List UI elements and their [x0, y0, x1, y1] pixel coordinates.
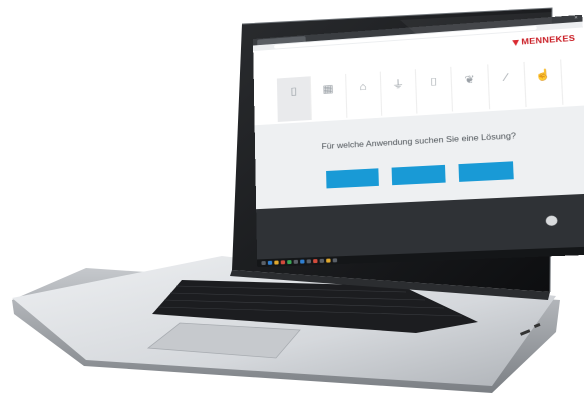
grid-icon: ▦ [322, 83, 334, 96]
charger-icon: ▯ [290, 85, 298, 98]
category-tile[interactable]: ☝ [524, 59, 564, 108]
brand-logo[interactable]: MENNEKES [512, 33, 576, 47]
category-label [489, 93, 525, 95]
cta-row [326, 161, 514, 189]
folder-icon[interactable] [274, 260, 279, 265]
category-tile[interactable]: ⌂ [345, 71, 382, 118]
start-icon[interactable] [261, 261, 266, 266]
category-label [382, 100, 416, 102]
category-tile[interactable]: ⌷ [415, 66, 454, 114]
cta-button[interactable] [391, 164, 446, 186]
footer-badge-icon [545, 215, 558, 227]
app-icon[interactable] [326, 258, 331, 263]
brand-name: MENNEKES [521, 33, 576, 47]
category-label [346, 102, 380, 104]
footer-links [271, 216, 284, 217]
category-label [312, 104, 346, 106]
app-icon[interactable] [313, 259, 318, 264]
category-tile[interactable]: ❦ [451, 64, 490, 112]
logo-mark-icon [512, 40, 519, 46]
leaf-icon: ❦ [464, 74, 476, 87]
plug-icon: ⏚ [391, 78, 405, 91]
category-tile[interactable]: ⏚ [380, 69, 418, 116]
category-tile[interactable]: ▦ [311, 73, 347, 120]
cta-button[interactable] [326, 168, 379, 189]
app-icon[interactable] [293, 259, 299, 264]
category-tile[interactable]: ▯ [276, 76, 313, 122]
laptop-screen: × ‹ › MENNEKES ▯ [253, 14, 584, 268]
category-label [453, 96, 488, 98]
app-icon[interactable] [319, 258, 325, 263]
building-icon: ⌂ [359, 81, 367, 94]
wand-icon: ⁄ [504, 71, 508, 84]
app-icon[interactable] [306, 259, 312, 264]
app-icon[interactable] [332, 258, 338, 263]
question-heading: Für welche Anwendung suchen Sie eine Lös… [321, 131, 517, 152]
app-icon[interactable] [280, 260, 286, 265]
bracket-icon: ⌷ [429, 76, 438, 89]
thumbs-up-icon: ☝ [534, 69, 551, 82]
category-label [278, 107, 311, 109]
category-tile[interactable]: ⁄ [487, 61, 527, 110]
taskbar-icons [261, 258, 338, 266]
cta-button[interactable] [458, 161, 514, 182]
category-label [417, 98, 452, 100]
app-icon[interactable] [287, 260, 292, 265]
browser-icon[interactable] [300, 259, 305, 264]
site-nav [285, 43, 481, 62]
laptop-scene: × ‹ › MENNEKES ▯ [0, 0, 584, 394]
app-icon[interactable] [267, 260, 273, 265]
category-label [526, 91, 562, 93]
